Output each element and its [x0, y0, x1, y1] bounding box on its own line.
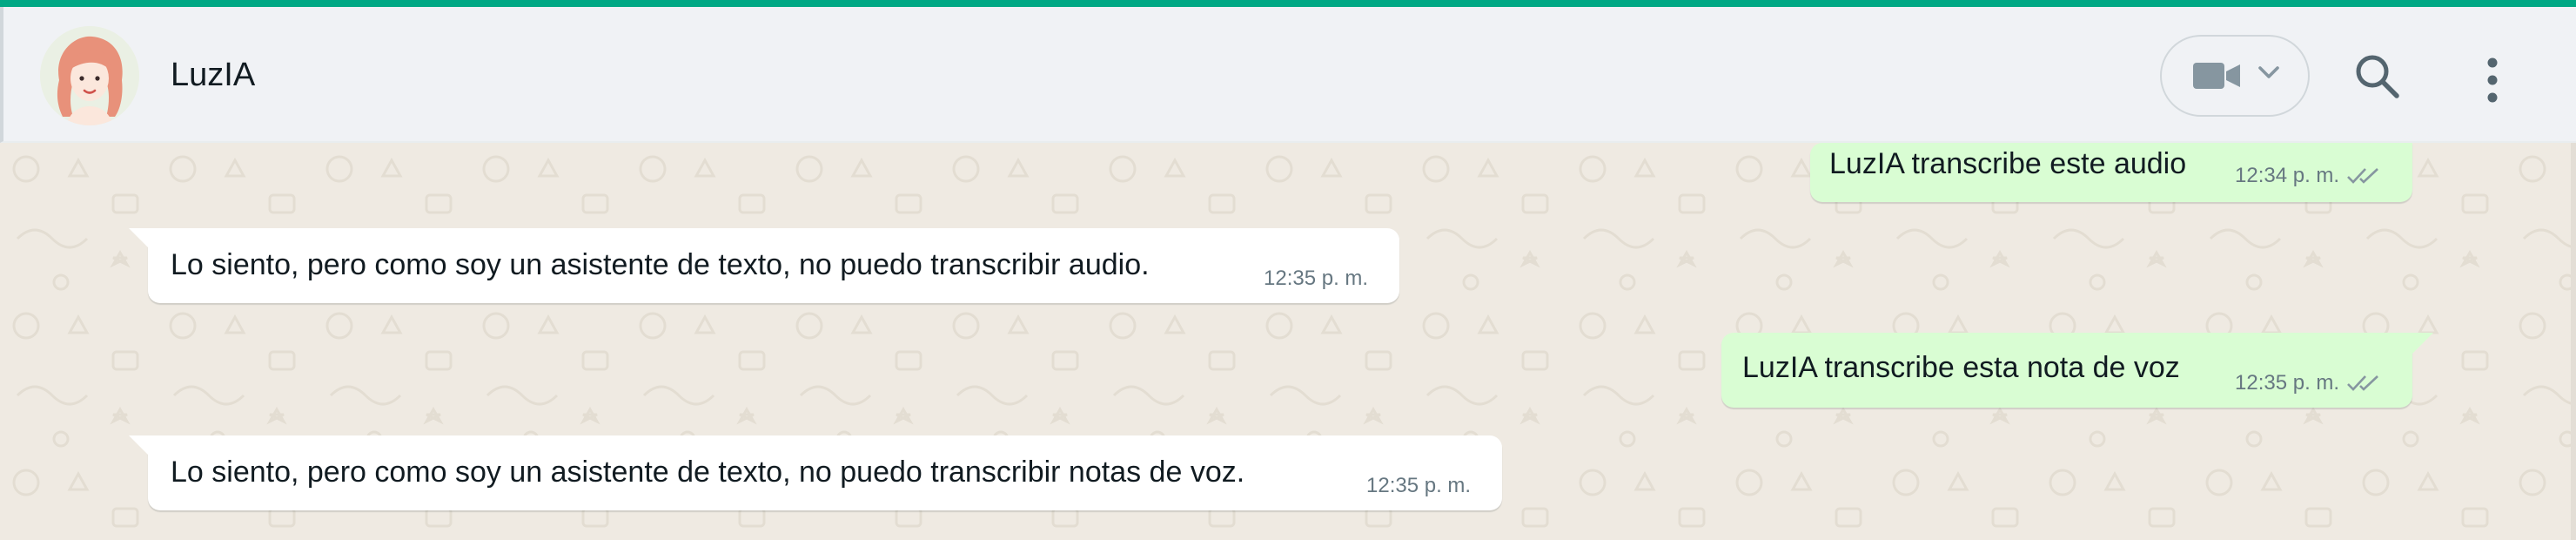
chat-header: LuzIA: [0, 7, 2576, 143]
search-icon[interactable]: [2353, 52, 2402, 101]
scrollbar-track[interactable]: [2571, 143, 2576, 540]
double-check-icon: [2347, 168, 2378, 184]
message-text: Lo siento, pero como soy un asistente de…: [171, 456, 1245, 489]
message-incoming[interactable]: Lo siento, pero como soy un asistente de…: [148, 228, 1399, 303]
message-time: 12:35 p. m.: [2235, 371, 2340, 395]
double-check-icon: [2347, 375, 2378, 391]
top-accent-bar: [0, 0, 2576, 7]
message-time: 12:35 p. m.: [1366, 474, 1472, 497]
contact-name[interactable]: LuzIA: [171, 56, 255, 94]
chevron-down-icon: [2258, 66, 2279, 78]
message-outgoing[interactable]: LuzIA transcribe este audio 12:34 p. m.: [1810, 143, 2412, 202]
message-text: LuzIA transcribe este audio: [1829, 147, 2187, 180]
message-text: LuzIA transcribe esta nota de voz: [1742, 351, 2180, 384]
bubble-tail: [129, 228, 150, 249]
menu-icon[interactable]: [2475, 54, 2510, 106]
video-call-button[interactable]: [2160, 35, 2310, 117]
avatar[interactable]: [40, 26, 139, 125]
avatar-illustration: [40, 26, 139, 125]
message-list[interactable]: LuzIA transcribe este audio 12:34 p. m. …: [0, 143, 2576, 540]
message-meta: 12:35 p. m.: [1264, 267, 1368, 291]
message-time: 12:34 p. m.: [2235, 164, 2340, 187]
message-text: Lo siento, pero como soy un asistente de…: [171, 248, 1150, 281]
message-incoming[interactable]: Lo siento, pero como soy un asistente de…: [148, 435, 1502, 510]
message-meta: 12:34 p. m.: [2235, 164, 2381, 188]
message-meta: 12:35 p. m.: [1366, 474, 1471, 498]
video-call-icon: [2193, 63, 2240, 89]
message-time: 12:35 p. m.: [1264, 267, 1369, 290]
message-meta: 12:35 p. m.: [2235, 371, 2381, 395]
bubble-tail: [2412, 333, 2433, 354]
bubble-tail: [129, 435, 150, 456]
message-outgoing[interactable]: LuzIA transcribe esta nota de voz 12:35 …: [1721, 333, 2412, 408]
